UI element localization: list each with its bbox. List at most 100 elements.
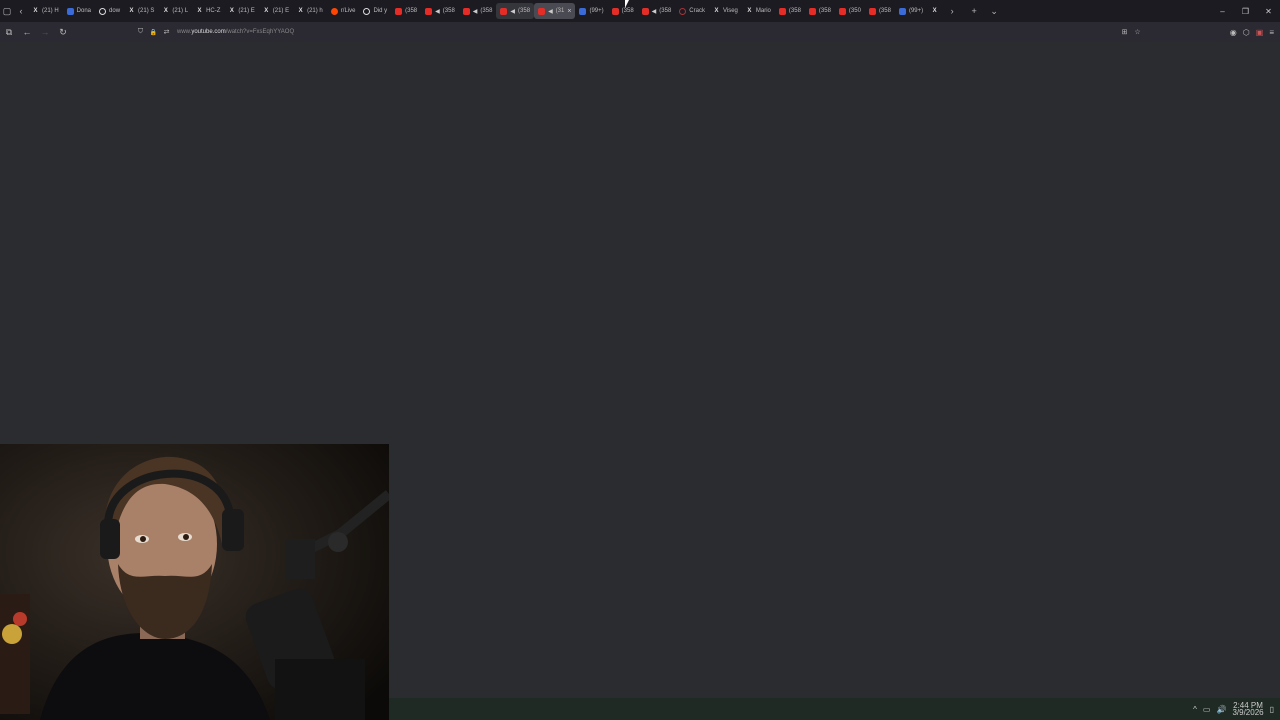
tab-label: (21) E: [238, 8, 255, 14]
new-tab-button[interactable]: +: [967, 0, 981, 22]
tab-9[interactable]: r/Live: [327, 3, 360, 19]
tab-18[interactable]: ◀ (358: [638, 3, 676, 19]
x-logo-icon: X: [33, 7, 38, 14]
globe-icon: [363, 7, 371, 15]
sidebar-toggle-icon[interactable]: ⧉: [0, 27, 18, 38]
tab-label: (350: [848, 8, 861, 14]
tab-label: (21) H: [42, 8, 59, 14]
clock-date: 3/9/2026: [1232, 708, 1264, 717]
tab-label: (21) E: [272, 8, 290, 14]
tab-label: r/Live: [340, 8, 356, 14]
volume-icon[interactable]: 🔊: [1216, 705, 1226, 714]
tab-24[interactable]: (350: [835, 3, 865, 19]
tab-label: (21) S: [138, 8, 155, 14]
tab-7[interactable]: X (21) E: [259, 3, 293, 19]
tab-label: (358: [788, 8, 801, 14]
close-window-button[interactable]: ✕: [1257, 0, 1280, 22]
tab-20[interactable]: X Viseg: [709, 3, 742, 19]
tab-label: (99+): [589, 8, 604, 14]
tab-11[interactable]: (358: [391, 3, 421, 19]
menu-icon[interactable]: ≡: [1269, 28, 1274, 37]
tab-27[interactable]: X: [927, 3, 945, 19]
tab-8[interactable]: X (21) h: [293, 3, 327, 19]
tab-audio-speaker-icon[interactable]: ◀: [548, 8, 553, 15]
tab-overview-icon[interactable]: ▢: [0, 0, 14, 22]
x-logo-icon: X: [229, 7, 234, 14]
twitch-icon: [579, 7, 587, 15]
tab-3[interactable]: X (21) S: [124, 3, 158, 19]
scroll-tabs-right-button[interactable]: ›: [945, 0, 959, 22]
lock-icon[interactable]: 🔒: [147, 29, 160, 36]
extensions-icon[interactable]: ⬡: [1243, 28, 1250, 37]
forward-button[interactable]: →: [36, 27, 54, 37]
tab-2[interactable]: dow: [95, 3, 124, 19]
tab-0[interactable]: X (21) H: [28, 3, 63, 19]
streamer-webcam-image: [0, 444, 389, 720]
tab-15[interactable]: ◀ (31 ×: [534, 3, 576, 19]
tab-13[interactable]: ◀ (358: [459, 3, 497, 19]
tab-label: Crack: [689, 8, 705, 14]
bookmark-star-icon[interactable]: ☆: [1131, 28, 1144, 36]
x-logo-icon: X: [298, 7, 303, 14]
tab-label: (358: [818, 8, 831, 14]
minimize-button[interactable]: –: [1211, 0, 1234, 22]
youtube-icon: [778, 7, 786, 15]
back-button[interactable]: ←: [18, 27, 36, 37]
network-icon[interactable]: ▭: [1203, 705, 1211, 714]
tab-16[interactable]: (99+): [575, 3, 607, 19]
mouse-cursor-icon: [625, 0, 629, 8]
reader-view-icon[interactable]: ⊞: [1118, 28, 1131, 36]
tab-14[interactable]: ◀ (358: [496, 3, 535, 19]
tab-label: Viseg: [722, 8, 738, 14]
restore-button[interactable]: ❐: [1234, 0, 1257, 22]
tracking-shield-icon[interactable]: ⛉: [134, 28, 147, 36]
url-text[interactable]: www.youtube.com/watch?v=FxsEqhYYAOQ: [177, 29, 294, 35]
tab-close-icon[interactable]: ×: [567, 8, 571, 15]
youtube-icon: [808, 7, 816, 15]
tab-12[interactable]: ◀ (358: [421, 3, 459, 19]
list-all-tabs-button[interactable]: ⌄: [987, 0, 1001, 22]
x-logo-icon: X: [264, 7, 269, 14]
youtube-icon: [641, 7, 649, 15]
tab-label: Did y: [373, 8, 388, 14]
tab-label: HC-Z: [206, 8, 221, 14]
scroll-tabs-left-button[interactable]: ‹: [14, 0, 28, 22]
tab-audio-speaker-icon[interactable]: ◀: [652, 8, 657, 15]
tab-21[interactable]: X Mario: [742, 3, 775, 19]
notification-icon[interactable]: ▯: [1270, 705, 1274, 714]
tab-23[interactable]: (358: [805, 3, 835, 19]
tab-6[interactable]: X (21) E: [224, 3, 258, 19]
tab-audio-speaker-icon[interactable]: ◀: [510, 8, 515, 15]
url-bar[interactable]: ⛉ 🔒 ⇄ www.youtube.com/watch?v=FxsEqhYYAO…: [134, 24, 1144, 40]
tab-17[interactable]: (358: [608, 3, 638, 19]
x-logo-icon: X: [163, 7, 168, 14]
tab-26[interactable]: (99+): [895, 3, 927, 19]
reload-button[interactable]: ↻: [54, 27, 72, 38]
permissions-icon[interactable]: ⇄: [160, 28, 173, 36]
clock[interactable]: 2:44 PM 3/9/2026: [1232, 702, 1264, 717]
globe-icon: [99, 7, 107, 15]
tab-label: Mario: [755, 8, 771, 14]
tab-4[interactable]: X (21) L: [158, 3, 192, 19]
profile-icon[interactable]: ▣: [1256, 28, 1264, 37]
tab-5[interactable]: X HC-Z: [192, 3, 224, 19]
youtube-icon: [838, 7, 846, 15]
account-icon[interactable]: ◉: [1230, 28, 1237, 37]
taskbar: ^ ▭ 🔊 2:44 PM 3/9/2026 ▯: [389, 698, 1280, 720]
url-domain: youtube.com: [191, 29, 226, 35]
x-logo-icon: X: [129, 7, 134, 14]
tab-10[interactable]: Did y: [359, 3, 391, 19]
tab-25[interactable]: (358: [865, 3, 895, 19]
tab-label: (358: [518, 8, 531, 14]
tab-1[interactable]: Dona: [63, 3, 95, 19]
tab-label: (358: [621, 8, 634, 14]
show-hidden-icons-chevron-icon[interactable]: ^: [1193, 705, 1197, 714]
youtube-icon: [868, 7, 876, 15]
twitch-icon: [898, 7, 906, 15]
x-logo-icon: X: [932, 7, 937, 14]
tab-19[interactable]: Crack: [675, 3, 709, 19]
tab-audio-speaker-icon[interactable]: ◀: [473, 8, 478, 15]
tab-22[interactable]: (358: [775, 3, 805, 19]
twitch-icon: [66, 7, 74, 15]
tab-audio-speaker-icon[interactable]: ◀: [435, 8, 440, 15]
